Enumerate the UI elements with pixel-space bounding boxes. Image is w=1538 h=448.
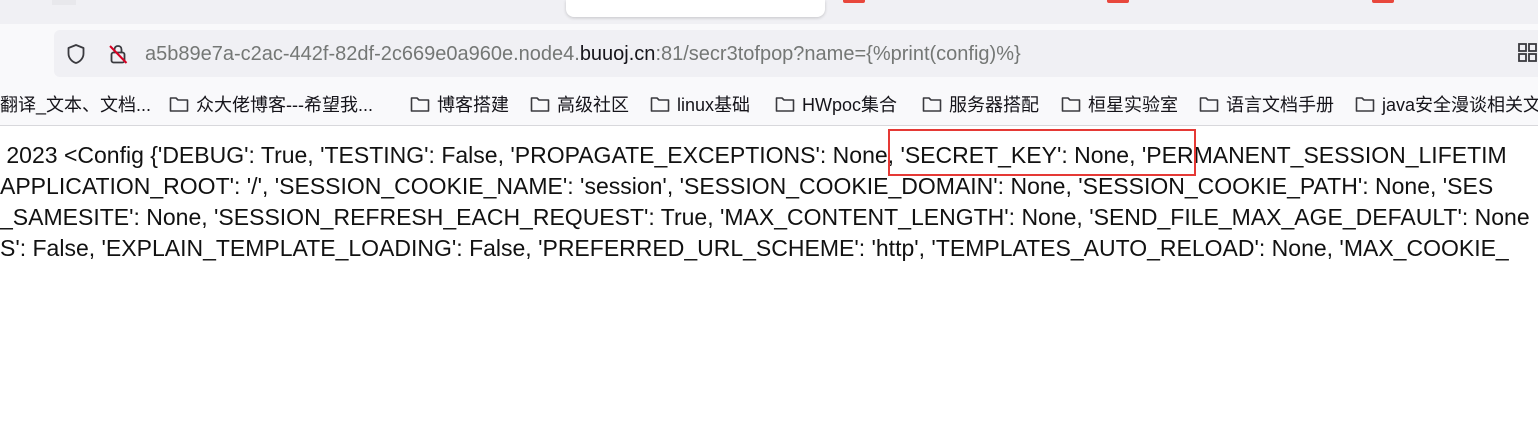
bookmark-folder-linux-basics[interactable]: linux基础 xyxy=(650,92,750,116)
config-output-line: S': False, 'EXPLAIN_TEMPLATE_LOADING': F… xyxy=(0,235,1509,261)
bookmark-folder-server-setup[interactable]: 服务器搭配 xyxy=(922,92,1039,116)
folder-icon xyxy=(922,97,942,112)
bookmark-folder-blogs[interactable]: 众大佬博客---希望我... xyxy=(169,92,373,116)
bookmark-label: 服务器搭配 xyxy=(949,95,1039,115)
bookmark-folder-java-security[interactable]: java安全漫谈相关文 xyxy=(1355,92,1538,116)
bookmark-label: 博客搭建 xyxy=(437,95,509,115)
bookmark-label: 高级社区 xyxy=(557,95,629,115)
bookmark-folder-lang-docs[interactable]: 语言文档手册 xyxy=(1199,92,1334,116)
url-path: :81/secr3tofpop?name={%print(config)%} xyxy=(655,43,1021,65)
folder-icon xyxy=(410,97,430,112)
url-subdomain: a5b89e7a-c2ac-442f-82df-2c669e0a960e.nod… xyxy=(145,43,580,65)
tab-favicon[interactable] xyxy=(843,0,865,3)
folder-icon xyxy=(530,97,550,112)
bookmark-label: java安全漫谈相关文 xyxy=(1382,95,1538,115)
extensions-icon[interactable] xyxy=(1517,42,1538,64)
tab-fragment[interactable] xyxy=(52,0,76,5)
shield-icon[interactable] xyxy=(65,43,87,65)
folder-icon xyxy=(169,97,189,112)
folder-icon xyxy=(650,97,670,112)
config-output-line: APPLICATION_ROOT': '/', 'SESSION_COOKIE_… xyxy=(0,173,1494,199)
insecure-lock-icon[interactable] xyxy=(107,43,129,65)
bookmark-label: 语言文档手册 xyxy=(1226,95,1334,115)
bookmark-label: 众大佬博客---希望我... xyxy=(196,95,373,115)
tab-active[interactable] xyxy=(566,0,825,17)
url-text[interactable]: a5b89e7a-c2ac-442f-82df-2c669e0a960e.nod… xyxy=(145,40,1021,68)
bookmark-label: 翻译_文本、文档... xyxy=(0,95,152,115)
tab-favicon[interactable] xyxy=(1372,0,1394,3)
tab-favicon[interactable] xyxy=(1107,0,1129,3)
bookmark-label: 桓星实验室 xyxy=(1088,95,1178,115)
url-domain: buuoj.cn xyxy=(579,43,656,65)
folder-icon xyxy=(1355,97,1375,112)
folder-icon xyxy=(1199,97,1219,112)
page-content: 2023 <Config {'DEBUG': True, 'TESTING': … xyxy=(0,126,1538,448)
config-output-line: 2023 <Config {'DEBUG': True, 'TESTING': … xyxy=(0,142,1507,168)
bookmark-folder-blog-setup[interactable]: 博客搭建 xyxy=(410,92,509,116)
folder-icon xyxy=(775,97,795,112)
config-output-line: _SAMESITE': None, 'SESSION_REFRESH_EACH_… xyxy=(0,204,1530,230)
folder-icon xyxy=(1061,97,1081,112)
bookmark-label: linux基础 xyxy=(677,95,751,115)
tab-strip xyxy=(0,0,1538,24)
bookmark-folder-hwpoc[interactable]: HWpoc集合 xyxy=(775,92,897,116)
bookmark-translate[interactable]: 翻译_文本、文档... xyxy=(0,92,151,116)
bookmark-folder-advanced-community[interactable]: 高级社区 xyxy=(530,92,629,116)
bookmark-label: HWpoc集合 xyxy=(802,95,898,115)
bookmark-folder-lab[interactable]: 桓星实验室 xyxy=(1061,92,1178,116)
